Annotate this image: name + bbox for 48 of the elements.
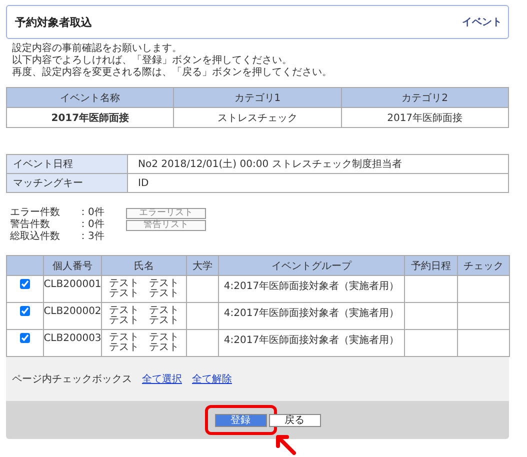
back-button[interactable]: 戻る <box>268 414 320 426</box>
name-text: テスト テスト <box>109 289 179 299</box>
arrow-icon <box>274 434 296 456</box>
table-cell: 2017年医師面接 <box>341 108 508 128</box>
table-cell: ストレスチェック <box>174 108 342 128</box>
count-label: 警告件数 <box>10 219 51 230</box>
table-cell: 2017年医師面接 <box>6 108 174 128</box>
instruction-text: 設定内容の事前確認をお願いします。 <box>12 43 183 54</box>
table-cell: CLB200001 <box>44 279 102 290</box>
column-header: 予約日程 <box>404 256 458 276</box>
detail-value: ID <box>128 174 508 192</box>
row-checkbox[interactable] <box>20 306 30 316</box>
count-value: ：0件 <box>78 207 106 219</box>
table-cell: CLB200002 <box>44 306 102 317</box>
instruction-text: 再度、設定内容を変更される際は、「戻る」ボタンを押してください。 <box>12 67 333 79</box>
detail-label: イベント日程 <box>6 154 128 174</box>
column-header: イベントグループ <box>218 256 404 276</box>
detail-label: マッチングキー <box>6 174 128 192</box>
row-checkbox[interactable] <box>20 333 30 343</box>
column-header: チェック <box>458 256 510 276</box>
name-text: テスト テスト <box>109 279 179 289</box>
row-checkbox[interactable] <box>20 279 30 289</box>
page-title: 予約対象者取込 <box>15 14 92 30</box>
name-text: テスト テスト <box>109 333 179 343</box>
name-text: テスト テスト <box>109 316 179 326</box>
table-cell-text: 4:2017年医師面接対象者（実施者用） <box>224 306 400 320</box>
detail-value: No2 2018/12/01(土) 00:00 ストレスチェック制度担当者 <box>128 154 508 174</box>
column-header: 大学 <box>186 256 218 276</box>
event-link[interactable]: イベント <box>462 15 502 29</box>
count-label: エラー件数 <box>10 207 61 218</box>
select-link[interactable]: 全て選択 <box>142 372 182 386</box>
instruction-text: 以下内容でよろしければ、「登録」ボタンを押してください。 <box>12 55 293 66</box>
page-checkbox-label: ページ内チェックボックス <box>12 372 132 386</box>
table-cell-text: 4:2017年医師面接対象者（実施者用） <box>224 280 400 293</box>
table-cell: CLB200003 <box>44 333 102 344</box>
name-text: テスト テスト <box>109 306 179 316</box>
count-value: ：3件 <box>78 231 106 243</box>
column-header: カテゴリ2 <box>341 88 508 108</box>
table-cell-text: 4:2017年医師面接対象者（実施者用） <box>224 334 400 347</box>
column-header: 氏名 <box>102 256 186 276</box>
count-label: 総取込件数 <box>10 231 61 243</box>
count-value: ：0件 <box>78 219 106 231</box>
name-text: テスト テスト <box>109 343 179 353</box>
column-header: イベント名称 <box>6 88 174 108</box>
column-header: カテゴリ1 <box>174 88 342 108</box>
select-link[interactable]: 全て解除 <box>192 372 232 386</box>
column-header: 個人番号 <box>44 256 102 276</box>
register-button[interactable]: 登録 <box>214 414 266 426</box>
